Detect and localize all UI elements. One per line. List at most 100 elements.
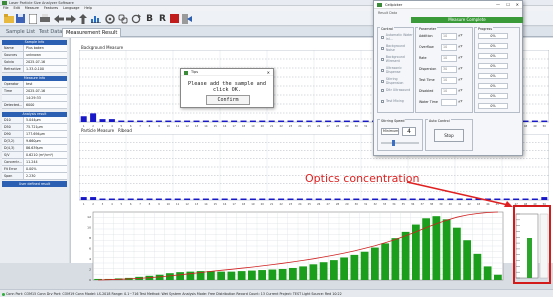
control-option-checkbox[interactable] (381, 46, 384, 50)
control-option[interactable]: Background Noise (381, 44, 413, 52)
spin-arrows-icon[interactable]: ▲▼ (458, 99, 465, 106)
distribution-bar (381, 243, 390, 280)
distribution-bar (165, 273, 174, 280)
close-icon[interactable]: ✕ (516, 1, 519, 9)
control-option[interactable]: Automatic Water Inl... (381, 33, 413, 41)
parameter-label: Disabled (419, 89, 434, 93)
stirring-speed-slider[interactable] (381, 142, 419, 144)
optics-concentration-annotation: Optics concentration (305, 172, 420, 185)
tab-test-data[interactable]: Test Data (36, 28, 65, 37)
refresh-icon[interactable] (130, 13, 141, 24)
chart-bar (296, 198, 303, 200)
progress-group: Progress 0% 0% 0% 0% 0% 0% 0% 0% (474, 27, 520, 113)
stop-icon[interactable] (169, 13, 180, 24)
x-tick-label: 26 (317, 124, 321, 128)
forward-arrow-icon[interactable] (65, 13, 76, 24)
control-option-checkbox[interactable] (381, 99, 384, 103)
x-tick-label: 11 (176, 202, 180, 206)
exit-icon[interactable] (181, 13, 192, 24)
document-icon[interactable] (27, 13, 38, 24)
control-option-checkbox[interactable] (381, 35, 384, 39)
control-option[interactable]: Background Wiresent (381, 55, 413, 63)
chart-bar (522, 120, 529, 122)
analysis-key: D10 (2, 117, 24, 123)
distribution-bar (401, 231, 410, 280)
x-tick-label: 19 (251, 124, 255, 128)
tab-measurement-result[interactable]: Measurement Result (62, 28, 122, 37)
particle-chart-title: Particle Measure (81, 128, 115, 133)
record-button[interactable]: R (157, 13, 168, 24)
tab-sample-list[interactable]: Sample List (3, 28, 38, 37)
distribution-bar (493, 274, 502, 280)
minimize-icon[interactable]: — (496, 1, 500, 9)
print-icon[interactable] (39, 13, 50, 24)
user-defined-result-button[interactable]: User defined result (2, 181, 67, 187)
control-option[interactable]: Ditr Ultrasound (381, 88, 410, 92)
analysis-row: D90 177.694μm (2, 131, 67, 138)
chart-bar (249, 198, 256, 200)
x-tick-label: 17 (232, 124, 236, 128)
stop-button[interactable]: Stop (434, 129, 464, 142)
bold-button[interactable]: B (144, 13, 155, 24)
x-tick-label: 23 (289, 124, 293, 128)
y-tick-label: 10 (87, 226, 91, 230)
sample-info-key: Name (2, 45, 24, 51)
parameter-input[interactable]: 10 (441, 88, 457, 95)
x-tick-label: 3 (102, 202, 104, 206)
parameter-input[interactable]: 30 (441, 66, 457, 73)
status-bar: Conn Port: COM15 Conn Drv Port: COM19 Co… (0, 289, 553, 297)
close-icon[interactable]: ✕ (267, 69, 270, 76)
sample-info-value: 1.33-0.100 (26, 67, 44, 71)
parameter-input[interactable]: 10 (441, 55, 457, 62)
upload-icon[interactable] (77, 13, 88, 24)
distribution-bar (278, 269, 287, 280)
distribution-bar (483, 266, 492, 280)
control-option-checkbox[interactable] (381, 79, 384, 83)
control-option[interactable]: Stirring Dispension (381, 77, 413, 85)
parameter-input[interactable]: 10 (441, 77, 457, 84)
control-option-checkbox[interactable] (381, 57, 384, 61)
parameter-input[interactable]: 10 (441, 44, 457, 51)
stirring-mode-select[interactable]: Minimum (381, 128, 399, 135)
control-section-label: Result Data (378, 11, 398, 15)
control-option-checkbox[interactable] (381, 88, 384, 92)
chart-bar (184, 120, 191, 122)
spin-arrows-icon[interactable]: ▲▼ (458, 44, 465, 51)
spin-arrows-icon[interactable]: ▲▼ (458, 66, 465, 73)
parameter-row: Test Time 10 ▲▼ (419, 77, 473, 84)
analysis-key: D(4,3) (2, 145, 24, 151)
spin-arrows-icon[interactable]: ▲▼ (458, 77, 465, 84)
progress-cell: 0% (478, 93, 508, 99)
chart-bar (165, 120, 172, 122)
settings-icon[interactable] (104, 13, 115, 24)
save-icon[interactable] (15, 13, 26, 24)
confirm-button[interactable]: Confirm (206, 95, 250, 105)
back-arrow-icon[interactable] (53, 13, 64, 24)
open-folder-icon[interactable] (3, 13, 14, 24)
x-tick-label: 7 (139, 124, 141, 128)
x-tick-label: 24 (298, 124, 302, 128)
parameter-input[interactable]: 10 (441, 33, 457, 40)
maximize-icon[interactable]: ☐ (506, 1, 510, 9)
chart-bar (108, 119, 115, 122)
control-option[interactable]: Ultrasonic Dispense (381, 66, 413, 74)
control-option[interactable]: Test Mixing (381, 99, 404, 103)
spin-arrows-icon[interactable]: ▲▼ (458, 55, 465, 62)
parameter-input[interactable] (441, 99, 457, 106)
spin-arrows-icon[interactable]: ▲▼ (458, 88, 465, 95)
stirring-speed-value[interactable]: 4 (402, 127, 416, 136)
spin-arrows-icon[interactable]: ▲▼ (458, 33, 465, 40)
x-tick-label: 16 (223, 124, 227, 128)
app-icon (2, 1, 7, 5)
link-icon[interactable] (117, 13, 128, 24)
connection-status-icon (2, 292, 5, 296)
analysis-value: 5.044μm (26, 118, 41, 122)
chart-bar (325, 120, 332, 122)
chart-icon[interactable] (90, 13, 101, 24)
progress-cell: 0% (478, 73, 508, 79)
sample-info-row: Name Plus baken (2, 45, 67, 52)
analysis-value: 9.660μm (26, 139, 41, 143)
control-option-checkbox[interactable] (381, 68, 384, 72)
analysis-value: 11.244 (26, 160, 38, 164)
stirring-slider-thumb[interactable] (392, 140, 395, 146)
